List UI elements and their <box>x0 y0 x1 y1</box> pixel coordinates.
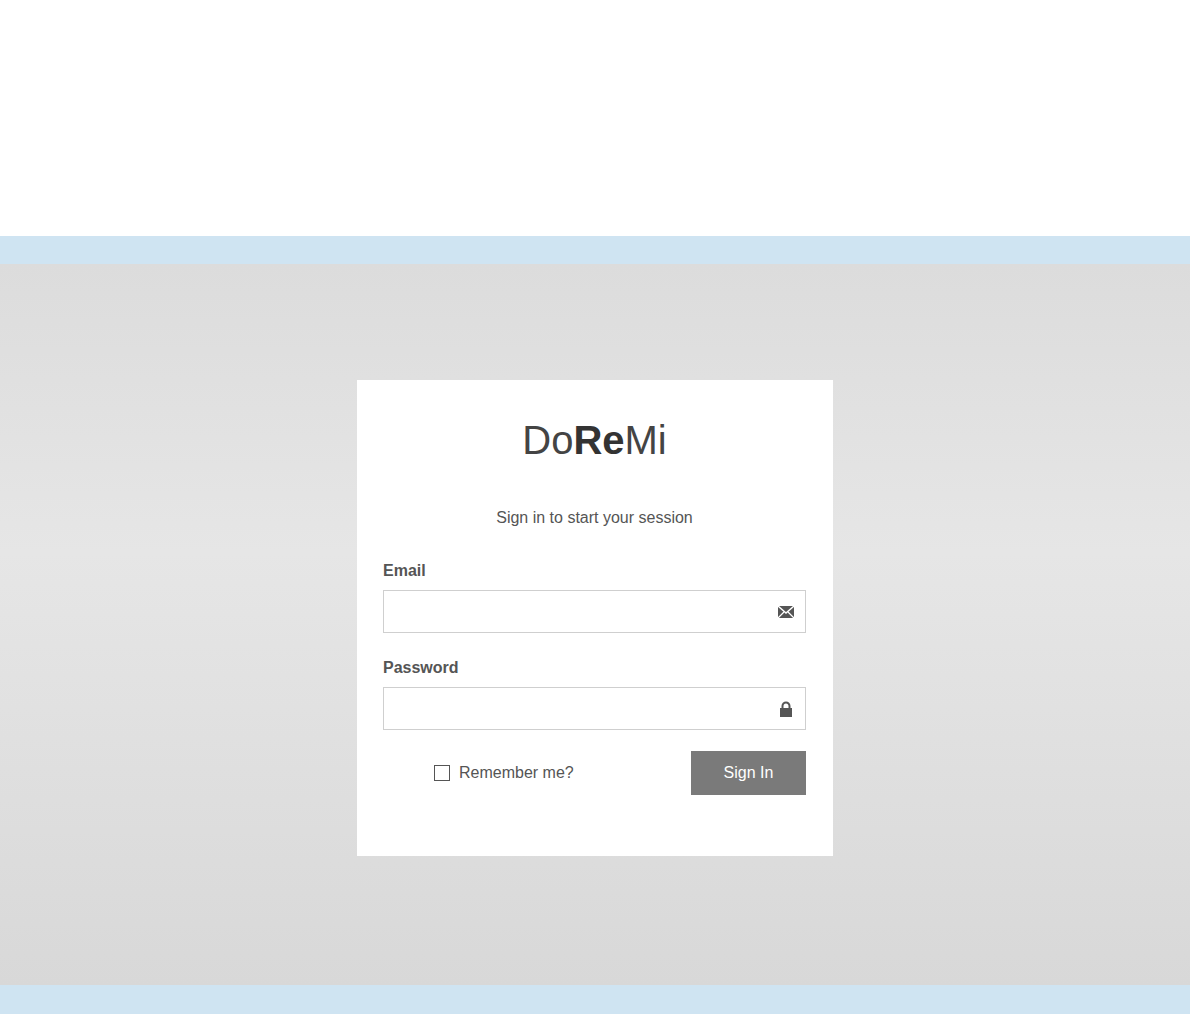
lock-icon <box>777 701 795 717</box>
email-field[interactable] <box>383 590 806 633</box>
email-input[interactable] <box>394 602 777 621</box>
envelope-icon <box>777 604 795 620</box>
remember-checkbox[interactable] <box>434 765 450 781</box>
email-label: Email <box>383 562 806 580</box>
logo-part: Mi <box>625 418 667 462</box>
background-photo: DoReMi Sign in to start your session Email… <box>0 264 1190 985</box>
top-band <box>0 236 1190 264</box>
remember-me[interactable]: Remember me? <box>383 764 574 782</box>
password-label: Password <box>383 659 806 677</box>
bottom-band <box>0 985 1190 1014</box>
actions-row: Remember me? Sign In <box>383 751 806 795</box>
logo-part: Do <box>522 418 573 462</box>
remember-label[interactable]: Remember me? <box>459 764 574 782</box>
logo-part: Re <box>573 418 624 462</box>
password-field[interactable] <box>383 687 806 730</box>
logo: DoReMi <box>383 420 806 460</box>
login-card: DoReMi Sign in to start your session Email… <box>357 380 833 856</box>
sign-in-button[interactable]: Sign In <box>691 751 806 795</box>
top-space <box>0 0 1190 236</box>
subtitle: Sign in to start your session <box>383 508 806 528</box>
password-input[interactable] <box>394 699 777 718</box>
